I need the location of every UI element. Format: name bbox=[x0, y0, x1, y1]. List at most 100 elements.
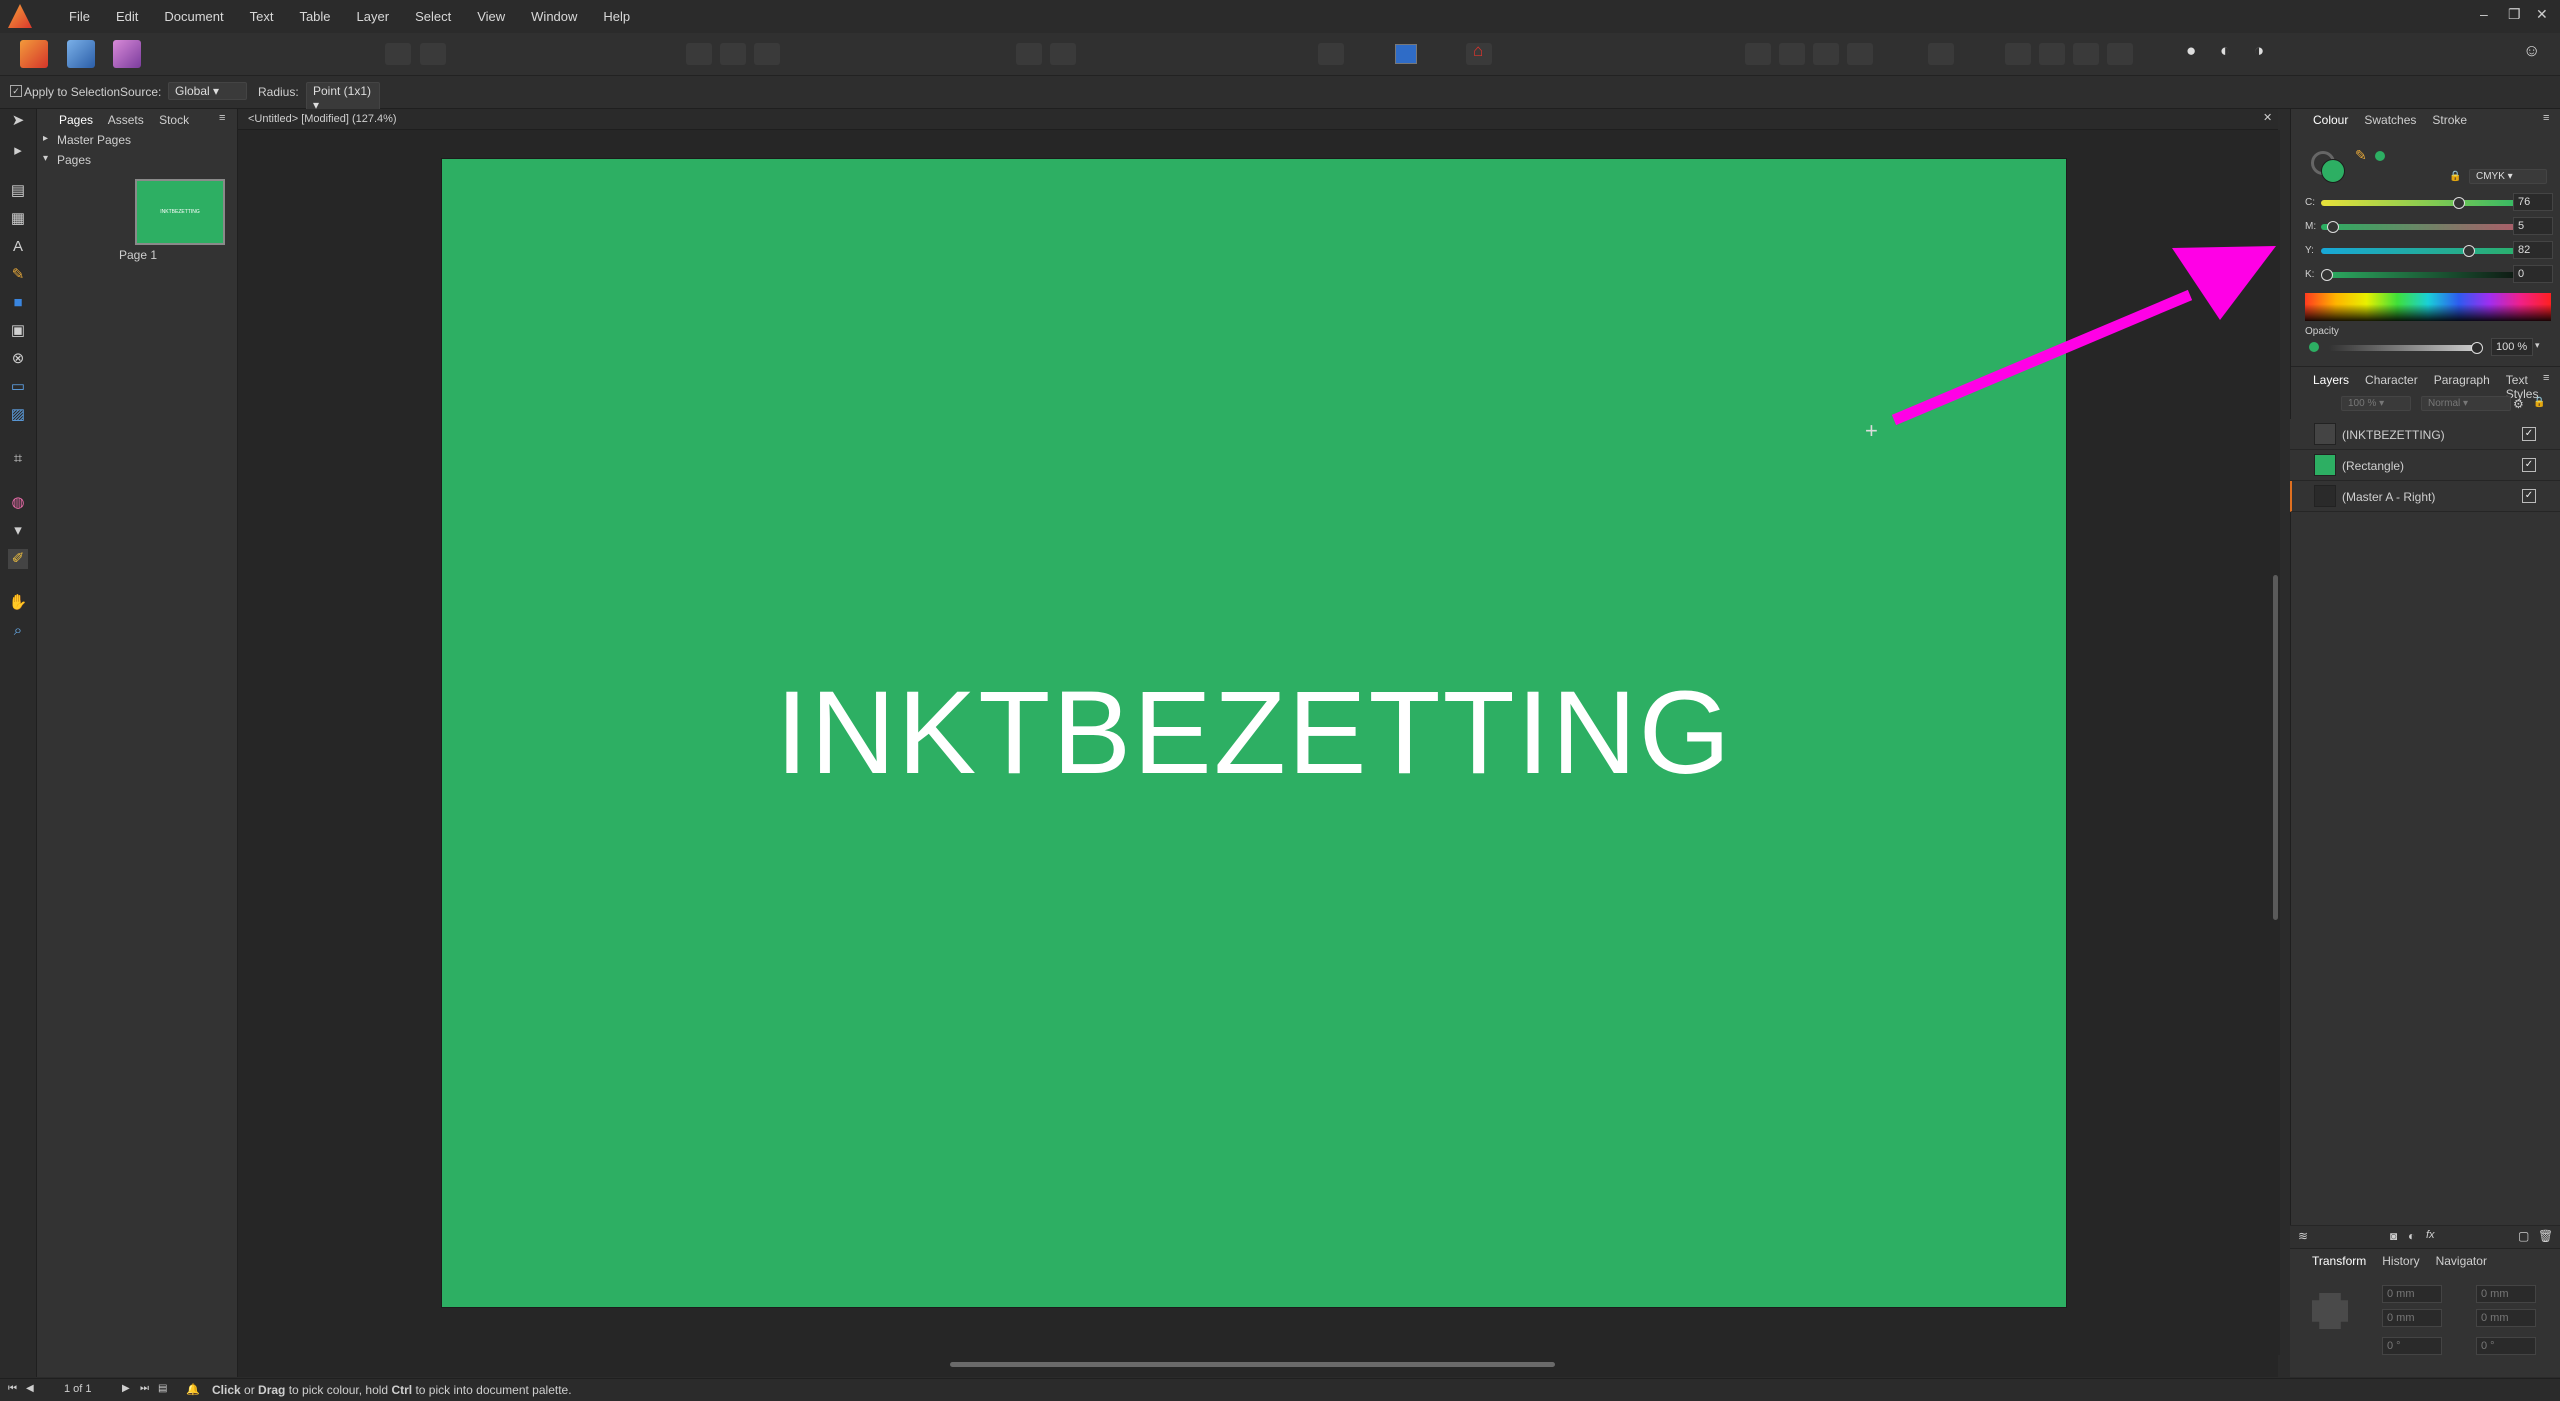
layer-row-inktbezetting[interactable]: (INKTBEZETTING) ✓ bbox=[2290, 419, 2560, 450]
m-slider-knob[interactable] bbox=[2327, 221, 2339, 233]
layer-visibility-checkbox[interactable]: ✓ bbox=[2522, 427, 2536, 441]
node-tool-icon[interactable]: ▸ bbox=[8, 141, 28, 161]
k-slider-knob[interactable] bbox=[2321, 269, 2333, 281]
anchor-point-selector[interactable] bbox=[2312, 1293, 2348, 1329]
menu-view[interactable]: View bbox=[464, 8, 518, 26]
apply-to-selection-checkbox[interactable]: ✓ bbox=[10, 85, 22, 97]
move-tool-icon[interactable]: ➤ bbox=[8, 111, 28, 131]
rotation-field[interactable]: 0 ° bbox=[2382, 1337, 2442, 1355]
toolbar-transform-3[interactable] bbox=[2073, 43, 2099, 65]
tab-stock[interactable]: Stock bbox=[159, 113, 189, 127]
view-mode-icon[interactable] bbox=[1395, 44, 1417, 64]
colour-mode-dropdown[interactable]: CMYK ▾ bbox=[2469, 169, 2547, 184]
layer-visibility-checkbox[interactable]: ✓ bbox=[2522, 458, 2536, 472]
toolbar-close-button[interactable] bbox=[754, 43, 780, 65]
m-slider[interactable] bbox=[2321, 224, 2535, 230]
source-dropdown[interactable]: Global ▾ bbox=[168, 82, 247, 100]
document-tab[interactable]: <Untitled> [Modified] (127.4%) ✕ bbox=[238, 109, 2278, 130]
pen-tool-icon[interactable]: ✎ bbox=[8, 265, 28, 285]
c-slider[interactable] bbox=[2321, 200, 2535, 206]
page-text[interactable]: INKTBEZETTING bbox=[442, 159, 2066, 1307]
tab-navigator[interactable]: Navigator bbox=[2428, 1254, 2495, 1268]
pages-label[interactable]: Pages bbox=[57, 153, 91, 167]
layer-lock-icon[interactable]: 🔒 bbox=[2533, 397, 2545, 408]
menu-select[interactable]: Select bbox=[402, 8, 464, 26]
menu-table[interactable]: Table bbox=[286, 8, 343, 26]
layers-panel-menu-icon[interactable]: ≡ bbox=[2543, 372, 2549, 384]
layer-settings-gear-icon[interactable]: ⚙ bbox=[2513, 397, 2524, 411]
prev-page-icon[interactable]: ◀ bbox=[26, 1383, 34, 1394]
opacity-slider-knob[interactable] bbox=[2471, 342, 2483, 354]
vertical-scroll-thumb[interactable] bbox=[2273, 575, 2278, 920]
width-field[interactable]: 0 mm bbox=[2476, 1285, 2536, 1303]
table-insert-tool-icon[interactable]: ▨ bbox=[8, 405, 28, 425]
tab-stroke[interactable]: Stroke bbox=[2424, 113, 2475, 127]
tab-pages[interactable]: Pages bbox=[59, 113, 93, 127]
menu-edit[interactable]: Edit bbox=[103, 8, 151, 26]
tab-transform[interactable]: Transform bbox=[2304, 1254, 2374, 1268]
mask-icon[interactable]: ◙ bbox=[2390, 1229, 2397, 1243]
picked-colour-swatch[interactable] bbox=[2375, 151, 2385, 161]
tab-history[interactable]: History bbox=[2374, 1254, 2427, 1268]
toolbar-doc-button[interactable] bbox=[686, 43, 712, 65]
notification-bell-icon[interactable]: 🔔 bbox=[186, 1383, 200, 1396]
boolean-add-icon[interactable]: ● bbox=[2186, 41, 2196, 61]
y-value[interactable]: 82 bbox=[2513, 241, 2553, 259]
toolbar-transform-4[interactable] bbox=[2107, 43, 2133, 65]
k-value[interactable]: 0 bbox=[2513, 265, 2553, 283]
c-slider-knob[interactable] bbox=[2453, 197, 2465, 209]
fill-colour-well[interactable] bbox=[2321, 159, 2345, 183]
k-slider[interactable] bbox=[2321, 272, 2535, 278]
last-page-icon[interactable]: ⏭ bbox=[140, 1383, 149, 1394]
tab-colour[interactable]: Colour bbox=[2305, 113, 2356, 127]
master-pages-label[interactable]: Master Pages bbox=[57, 133, 131, 147]
toolbar-arrange-button[interactable] bbox=[1928, 43, 1954, 65]
layers-stack-icon[interactable]: ≋ bbox=[2298, 1229, 2308, 1243]
toolbar-circle-button[interactable] bbox=[720, 43, 746, 65]
toolbar-align-1[interactable] bbox=[1745, 43, 1771, 65]
photo-persona-icon[interactable] bbox=[67, 40, 95, 68]
zoom-tool-icon[interactable]: ⌕ bbox=[8, 621, 28, 641]
layer-row-rectangle[interactable]: (Rectangle) ✓ bbox=[2290, 450, 2560, 481]
page-options-icon[interactable]: ▤ bbox=[158, 1383, 167, 1394]
ellipse-frame-tool-icon[interactable]: ⊗ bbox=[8, 349, 28, 369]
opacity-dropdown-icon[interactable]: ▾ bbox=[2535, 340, 2540, 351]
designer-persona-icon[interactable] bbox=[113, 40, 141, 68]
rectangle-tool-icon[interactable]: ■ bbox=[8, 293, 28, 313]
document-page[interactable]: INKTBEZETTING bbox=[441, 158, 2067, 1308]
menu-document[interactable]: Document bbox=[151, 8, 236, 26]
opacity-value[interactable]: 100 % bbox=[2491, 338, 2533, 356]
hand-tool-icon[interactable]: ✋ bbox=[8, 593, 28, 613]
colour-panel-menu-icon[interactable]: ≡ bbox=[2543, 112, 2549, 124]
restore-icon[interactable]: ❐ bbox=[2508, 6, 2521, 23]
place-image-tool-icon[interactable]: ▭ bbox=[8, 377, 28, 397]
user-account-icon[interactable]: ☺ bbox=[2523, 41, 2540, 61]
table-tool-icon[interactable]: ▦ bbox=[8, 209, 28, 229]
crop-tool-icon[interactable]: ⌗ bbox=[8, 449, 28, 469]
toolbar-align-4[interactable] bbox=[1847, 43, 1873, 65]
panel-menu-icon[interactable]: ≡ bbox=[219, 112, 225, 124]
first-page-icon[interactable]: ⏮ bbox=[8, 1383, 17, 1394]
toolbar-align-3[interactable] bbox=[1813, 43, 1839, 65]
preview-mode-button[interactable] bbox=[1318, 43, 1344, 65]
close-document-icon[interactable]: ✕ bbox=[2263, 111, 2272, 124]
close-window-icon[interactable]: ✕ bbox=[2536, 6, 2548, 23]
toolbar-transform-2[interactable] bbox=[2039, 43, 2065, 65]
toolbar-pin-button[interactable] bbox=[1016, 43, 1042, 65]
menu-window[interactable]: Window bbox=[518, 8, 590, 26]
artistic-text-tool-icon[interactable]: A bbox=[8, 237, 28, 257]
menu-help[interactable]: Help bbox=[590, 8, 643, 26]
pages-expand-icon[interactable]: ▾ bbox=[43, 153, 48, 164]
picture-frame-tool-icon[interactable]: ▣ bbox=[8, 321, 28, 341]
lock-icon[interactable]: 🔒 bbox=[2449, 171, 2461, 182]
x-field[interactable]: 0 mm bbox=[2382, 1285, 2442, 1303]
y-field[interactable]: 0 mm bbox=[2382, 1309, 2442, 1327]
colour-spectrum[interactable] bbox=[2305, 293, 2551, 321]
toolbar-flower-button[interactable] bbox=[420, 43, 446, 65]
tab-assets[interactable]: Assets bbox=[108, 113, 144, 127]
menu-layer[interactable]: Layer bbox=[344, 8, 403, 26]
layer-visibility-checkbox[interactable]: ✓ bbox=[2522, 489, 2536, 503]
master-pages-expand-icon[interactable]: ▸ bbox=[43, 133, 48, 144]
blend-mode-dropdown[interactable]: Normal ▾ bbox=[2421, 396, 2511, 411]
toolbar-disabled-button-1[interactable] bbox=[385, 43, 411, 65]
